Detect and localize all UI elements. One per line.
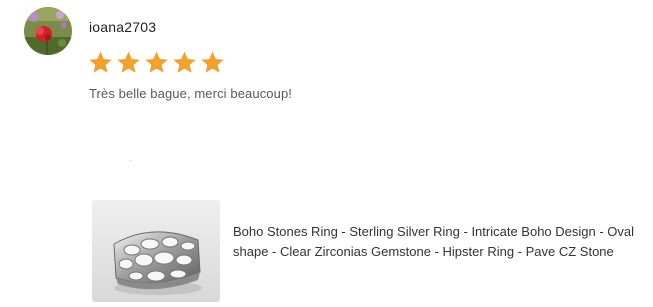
review-card: ioana2703 Très belle bague, merci beauco… xyxy=(0,0,653,307)
product-title[interactable]: Boho Stones Ring - Sterling Silver Ring … xyxy=(233,222,651,262)
product-thumbnail[interactable] xyxy=(92,200,220,302)
review-text: Très belle bague, merci beaucoup! xyxy=(89,86,292,101)
star-icon xyxy=(117,51,140,73)
star-rating xyxy=(88,50,225,76)
reviewer-username[interactable]: ioana2703 xyxy=(89,19,156,35)
star-icon xyxy=(145,51,168,73)
star-icon xyxy=(173,51,196,73)
avatar[interactable] xyxy=(24,7,72,55)
silver-ring-photo-icon xyxy=(92,200,220,302)
star-icon xyxy=(201,51,224,73)
avatar-image xyxy=(24,7,72,55)
divider-dot xyxy=(130,160,131,161)
star-icon xyxy=(89,51,112,73)
reviewed-product[interactable]: Boho Stones Ring - Sterling Silver Ring … xyxy=(92,200,652,302)
